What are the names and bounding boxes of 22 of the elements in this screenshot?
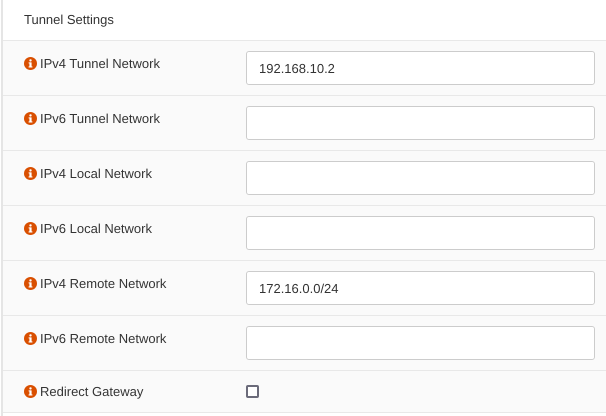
input-field[interactable] xyxy=(246,106,595,140)
field-label: IPv4 Remote Network xyxy=(40,275,166,293)
info-icon[interactable] xyxy=(24,57,37,70)
input-field[interactable]: 172.16.0.0/24 xyxy=(246,271,595,305)
input-field[interactable] xyxy=(246,326,595,360)
section-title: Tunnel Settings xyxy=(24,11,114,30)
input-field[interactable] xyxy=(246,161,595,195)
field-label: IPv6 Remote Network xyxy=(40,330,166,348)
field-label: IPv6 Local Network xyxy=(40,220,152,238)
info-icon[interactable] xyxy=(24,277,37,290)
input-field[interactable]: 192.168.10.2 xyxy=(246,51,595,85)
info-icon[interactable] xyxy=(24,112,37,126)
info-icon[interactable] xyxy=(24,385,37,398)
input-field[interactable] xyxy=(246,216,595,250)
info-icon[interactable] xyxy=(24,167,37,180)
checkbox[interactable] xyxy=(246,385,259,398)
info-icon[interactable] xyxy=(24,222,37,236)
field-label: Redirect Gateway xyxy=(40,382,144,401)
field-label: IPv4 Tunnel Network xyxy=(40,55,160,73)
field-label: IPv6 Tunnel Network xyxy=(40,110,160,128)
info-icon[interactable] xyxy=(24,332,37,346)
field-label: IPv4 Local Network xyxy=(40,165,152,183)
